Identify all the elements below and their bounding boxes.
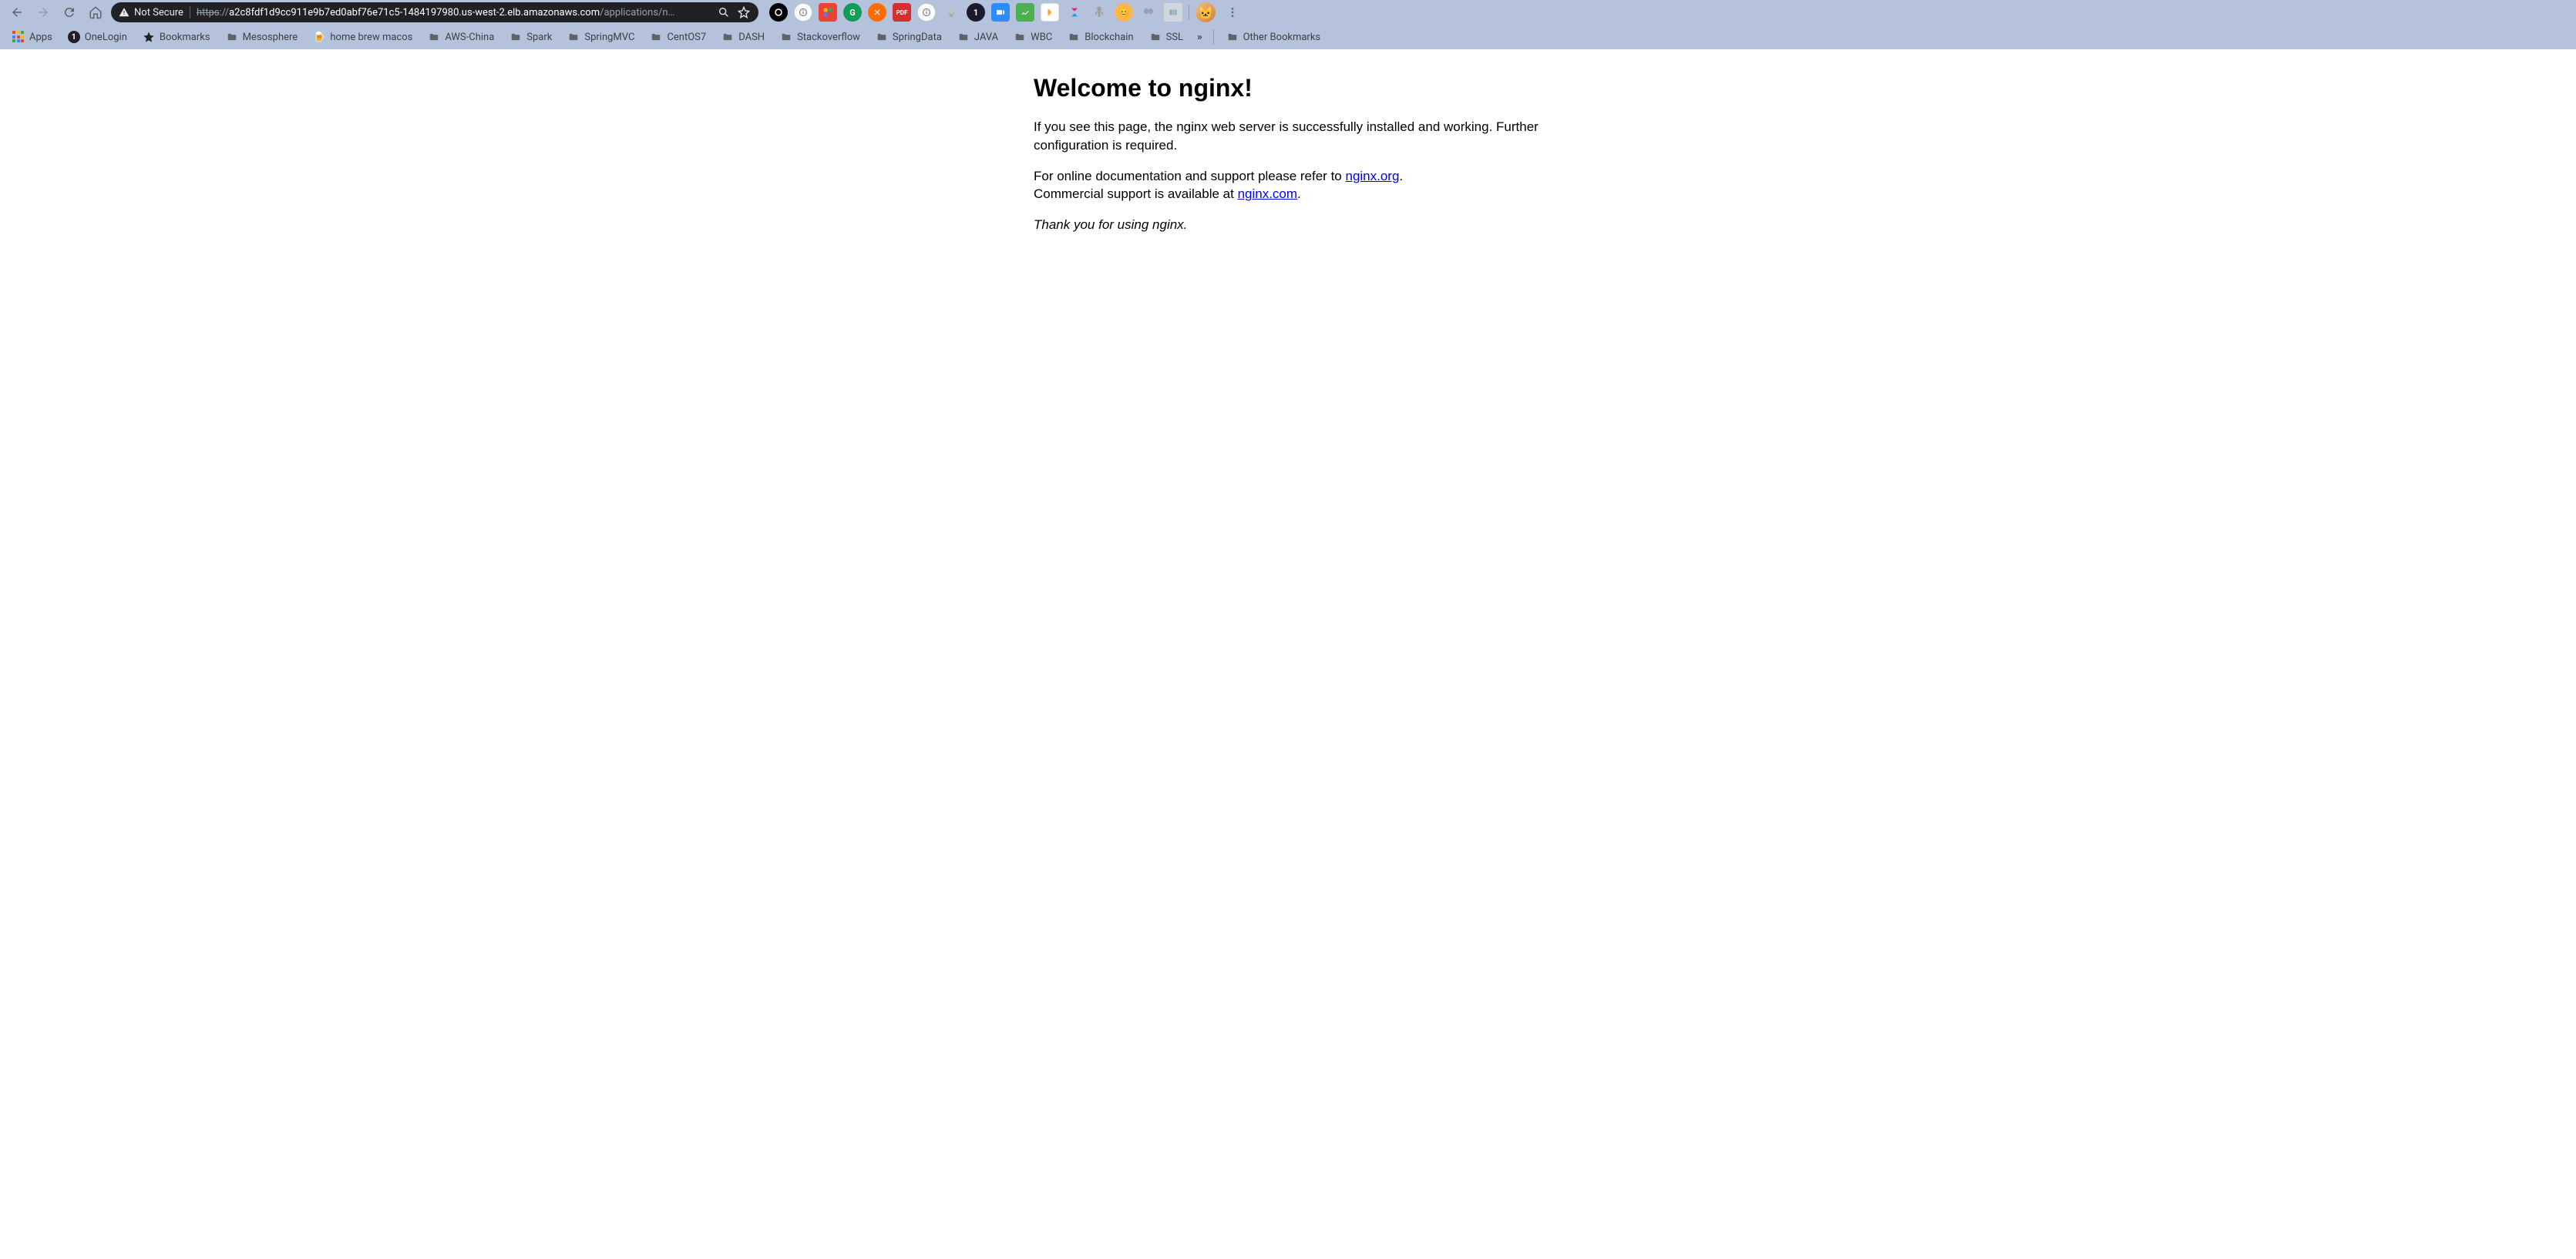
page-content: Welcome to nginx! If you see this page, … [1034, 49, 1542, 262]
bookmark-spark[interactable]: Spark [503, 29, 558, 46]
bookmark-blockchain[interactable]: Blockchain [1061, 29, 1139, 46]
folder-icon [567, 32, 580, 42]
page-thank-you: Thank you for using nginx. [1034, 216, 1542, 234]
extension-icon-1[interactable] [769, 3, 788, 22]
folder-icon [1149, 32, 1162, 42]
bookmark-dash[interactable]: DASH [715, 29, 771, 46]
extension-icon-2[interactable] [794, 3, 812, 22]
bookmark-springdata[interactable]: SpringData [869, 29, 948, 46]
extension-icon-11[interactable] [1016, 3, 1034, 22]
extension-icon-6[interactable]: PDF [893, 3, 911, 22]
browser-toolbar: Not Secure https://a2c8fdf1d9cc911e9b7ed… [0, 0, 2576, 25]
extension-icon-12[interactable] [1041, 3, 1059, 22]
page-paragraph-1: If you see this page, the nginx web serv… [1034, 118, 1542, 155]
url-domain: a2c8fdf1d9cc911e9b7ed0abf76e71c5-1484197… [229, 7, 600, 18]
folder-icon [650, 32, 662, 42]
forward-button[interactable] [32, 2, 54, 23]
extension-icon-10[interactable] [991, 3, 1010, 22]
bookmark-springmvc[interactable]: SpringMVC [561, 29, 641, 46]
folder-icon [428, 32, 440, 42]
bookmark-homebrew[interactable]: 🍺 home brew macos [307, 29, 419, 46]
extension-icon-16[interactable] [1139, 3, 1158, 22]
nginx-org-link[interactable]: nginx.org [1345, 169, 1399, 183]
toolbar-right: G PDF 1 [769, 2, 1243, 23]
folder-icon [876, 32, 888, 42]
warning-icon [119, 7, 129, 18]
bookmarks-bar: Apps 1 OneLogin Bookmarks Mesosphere 🍺 h… [0, 25, 2576, 49]
folder-icon [509, 32, 522, 42]
url-protocol: https [197, 7, 220, 18]
url-path: /applications/n… [600, 7, 674, 18]
page-paragraph-2: For online documentation and support ple… [1034, 167, 1542, 204]
url-text[interactable]: https://a2c8fdf1d9cc911e9b7ed0abf76e71c5… [197, 7, 711, 18]
bookmark-centos7[interactable]: CentOS7 [644, 29, 712, 46]
security-badge[interactable]: Not Secure [119, 7, 183, 18]
address-bar[interactable]: Not Secure https://a2c8fdf1d9cc911e9b7ed… [111, 2, 758, 22]
extension-icon-5[interactable] [868, 3, 886, 22]
bookmarks-overflow[interactable]: » [1192, 29, 1207, 46]
page-heading: Welcome to nginx! [1034, 74, 1542, 102]
home-button[interactable] [85, 2, 106, 23]
beer-icon: 🍺 [313, 32, 325, 43]
bookmark-onelogin[interactable]: 1 OneLogin [62, 28, 133, 46]
folder-icon [226, 32, 238, 42]
bookmark-bookmarks[interactable]: Bookmarks [136, 28, 217, 46]
extension-icon-4[interactable]: G [843, 3, 862, 22]
star-icon [143, 31, 155, 43]
nginx-com-link[interactable]: nginx.com [1238, 186, 1297, 201]
extension-icon-13[interactable] [1065, 3, 1084, 22]
bookmark-aws-china[interactable]: AWS-China [422, 29, 500, 46]
folder-icon [957, 32, 970, 42]
extension-icon-9[interactable]: 1 [967, 3, 985, 22]
profile-avatar[interactable]: 🐱 [1196, 2, 1216, 22]
extension-icon-17[interactable] [1164, 3, 1182, 22]
apps-icon [12, 31, 25, 43]
bookmark-wbc[interactable]: WBC [1007, 29, 1058, 46]
zoom-icon[interactable] [717, 5, 731, 19]
extension-icon-15[interactable]: 😊 [1115, 3, 1133, 22]
bookmark-stackoverflow[interactable]: Stackoverflow [774, 29, 866, 46]
not-secure-label: Not Secure [134, 7, 183, 18]
folder-icon [1226, 32, 1239, 42]
extension-icon-3[interactable] [819, 3, 837, 22]
menu-button[interactable] [1222, 2, 1243, 23]
back-button[interactable] [6, 2, 28, 23]
apps-button[interactable]: Apps [6, 28, 59, 46]
extension-icon-7[interactable] [917, 3, 936, 22]
extension-icon-8[interactable] [942, 3, 960, 22]
divider [1213, 29, 1214, 45]
bookmark-mesosphere[interactable]: Mesosphere [220, 29, 304, 46]
bookmark-java[interactable]: JAVA [951, 29, 1004, 46]
bookmark-ssl[interactable]: SSL [1143, 29, 1189, 46]
folder-icon [780, 32, 792, 42]
folder-icon [1068, 32, 1080, 42]
extension-icon-14[interactable] [1090, 3, 1108, 22]
reload-button[interactable] [59, 2, 80, 23]
star-icon[interactable] [737, 5, 751, 19]
folder-icon [1014, 32, 1026, 42]
bookmark-other[interactable]: Other Bookmarks [1220, 29, 1327, 46]
folder-icon [721, 32, 734, 42]
onelogin-icon: 1 [68, 31, 80, 43]
